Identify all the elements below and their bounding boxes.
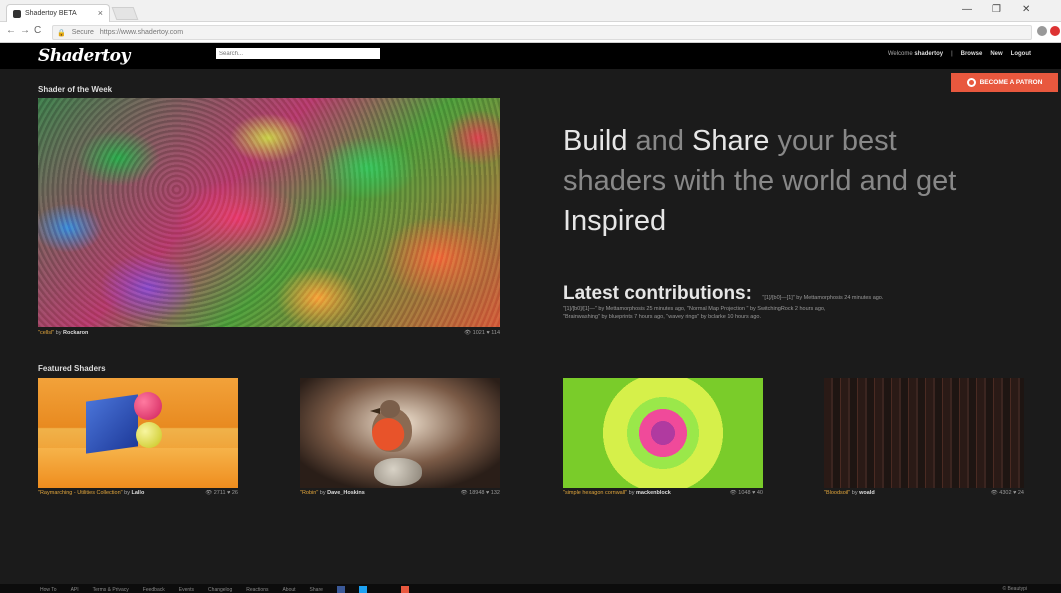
featured-shaders-title: Featured Shaders: [38, 364, 106, 373]
top-nav: Welcome shadertoy | Browse New Logout: [888, 51, 1031, 57]
nav-separator: |: [951, 51, 953, 57]
footer-link-events[interactable]: Events: [179, 587, 194, 593]
featured-name-4[interactable]: "Bloodsoil": [824, 490, 850, 496]
featured-shader-preview-3[interactable]: [563, 378, 763, 488]
footer: How To API Terms & Privacy Feedback Even…: [0, 584, 1061, 593]
by-label: by: [318, 490, 328, 496]
hero-and: and: [627, 125, 692, 157]
views-count: 👁 18948: [460, 490, 485, 496]
patreon-footer-icon[interactable]: [400, 586, 409, 593]
latest-title: Latest contributions:: [563, 283, 752, 304]
featured-caption-3: "simple hexagon cornwall" by mackenblock…: [563, 490, 763, 496]
shadertoy-logo[interactable]: Shadertoy: [38, 46, 130, 66]
welcome-label: Welcome: [887, 51, 913, 57]
browser-tabstrip: Shadertoy BETA × — ❐ ✕: [0, 0, 1061, 22]
footer-link-feedback[interactable]: Feedback: [143, 587, 165, 593]
featured-name-2[interactable]: "Robin": [300, 490, 318, 496]
maximize-button[interactable]: ❐: [992, 4, 1001, 15]
shader-name-link[interactable]: "cellsl": [38, 330, 54, 336]
latest-line-1[interactable]: "[1]/[b0]—[1]" by Mettamorphosis 24 minu…: [762, 295, 883, 301]
hero-inspired: Inspired: [563, 205, 667, 237]
likes-count: ♥ 24: [1013, 490, 1024, 496]
footer-links: How To API Terms & Privacy Feedback Even…: [40, 586, 409, 593]
featured-author-4[interactable]: woald: [859, 490, 875, 496]
hero-text: Build and Share your best shaders with t…: [563, 121, 1003, 241]
nav-new[interactable]: New: [990, 51, 1002, 57]
featured-shader-preview-2[interactable]: [300, 378, 500, 488]
extension-icon[interactable]: [1037, 26, 1047, 36]
patreon-icon: [966, 78, 976, 87]
featured-author-2[interactable]: Dave_Hoskins: [327, 490, 365, 496]
facebook-icon[interactable]: [336, 586, 345, 593]
footer-link-changelog[interactable]: Changelog: [208, 587, 232, 593]
username-link[interactable]: shadertoy: [914, 51, 943, 57]
twitter-icon[interactable]: [358, 586, 367, 593]
new-tab-button[interactable]: [111, 7, 139, 20]
secure-label: Secure: [71, 29, 94, 36]
tab-close-button[interactable]: ×: [98, 8, 103, 18]
hero-build: Build: [563, 125, 628, 157]
nav-browse[interactable]: Browse: [961, 51, 983, 57]
become-patron-button[interactable]: BECOME A PATRON: [951, 73, 1058, 92]
featured-name-1[interactable]: "Raymarching - Utilities Collection": [38, 490, 123, 496]
nav-logout[interactable]: Logout: [1011, 51, 1031, 57]
footer-link-reactions[interactable]: Reactions: [246, 587, 268, 593]
reload-button[interactable]: C: [34, 25, 41, 36]
close-window-button[interactable]: ✕: [1022, 4, 1030, 15]
by-label: by: [850, 490, 860, 496]
url-text: https://www.shadertoy.com: [99, 29, 184, 36]
hero-share: Share: [692, 125, 770, 157]
likes-count: ♥ 40: [752, 490, 763, 496]
shader-of-week-preview[interactable]: [38, 98, 500, 327]
by-label: by: [54, 330, 64, 336]
featured-shader-preview-4[interactable]: [824, 378, 1024, 488]
address-bar-row: ← → C 🔒 Secure https://www.shadertoy.com: [0, 22, 1061, 43]
featured-author-1[interactable]: Lallo: [131, 490, 144, 496]
browser-tab[interactable]: Shadertoy BETA ×: [6, 4, 110, 22]
back-button[interactable]: ←: [6, 25, 16, 36]
featured-caption-2: "Robin" by Dave_Hoskins 👁 18948 ♥ 132: [300, 490, 500, 496]
views-count: 👁 2711: [205, 490, 226, 496]
shader-of-week-title: Shader of the Week: [38, 85, 113, 94]
footer-link-api[interactable]: API: [71, 587, 79, 593]
likes-count: ♥ 132: [486, 490, 500, 496]
views-count: 👁 1021: [464, 330, 485, 336]
tab-title: Shadertoy BETA: [25, 10, 77, 17]
site-header: Shadertoy Welcome shadertoy | Browse New…: [0, 43, 1061, 69]
featured-author-3[interactable]: mackenblock: [636, 490, 671, 496]
shader-of-week-caption: "cellsl" by Rockaron 👁 1021 ♥ 114: [38, 330, 500, 336]
footer-link-howto[interactable]: How To: [40, 587, 57, 593]
views-count: 👁 4302: [990, 490, 1012, 496]
search-input[interactable]: [216, 48, 380, 59]
featured-name-3[interactable]: "simple hexagon cornwall": [563, 490, 627, 496]
latest-contributions: Latest contributions: "[1]/[b0]—[1]" by …: [563, 283, 1023, 321]
footer-link-share[interactable]: Share: [310, 587, 323, 593]
by-label: by: [627, 490, 637, 496]
adblock-icon[interactable]: [1050, 26, 1060, 36]
likes-count: ♥ 26: [227, 490, 238, 496]
likes-count: ♥ 114: [486, 330, 500, 336]
views-count: 👁 1048: [729, 490, 751, 496]
latest-line-3[interactable]: "Brainwashing" by blueprints 7 hours ago…: [563, 313, 1023, 321]
patron-label: BECOME A PATRON: [979, 79, 1043, 86]
featured-caption-4: "Bloodsoil" by woald 👁 4302 ♥ 24: [824, 490, 1024, 496]
featured-caption-1: "Raymarching - Utilities Collection" by …: [38, 490, 238, 496]
lock-icon: 🔒: [57, 29, 66, 37]
forward-button[interactable]: →: [20, 25, 30, 36]
footer-link-terms[interactable]: Terms & Privacy: [93, 587, 129, 593]
featured-shader-preview-1[interactable]: [38, 378, 238, 488]
url-input[interactable]: 🔒 Secure https://www.shadertoy.com: [52, 25, 1032, 40]
shader-author-link[interactable]: Rockaron: [63, 330, 88, 336]
footer-link-about[interactable]: About: [282, 587, 295, 593]
minimize-button[interactable]: —: [962, 4, 972, 15]
footer-copyright: © Beautypi: [1002, 586, 1027, 592]
latest-line-2[interactable]: "[1]/[b0]/[1]—" by Mettamorphosis 25 min…: [563, 305, 1023, 313]
favicon-icon: [13, 9, 21, 18]
